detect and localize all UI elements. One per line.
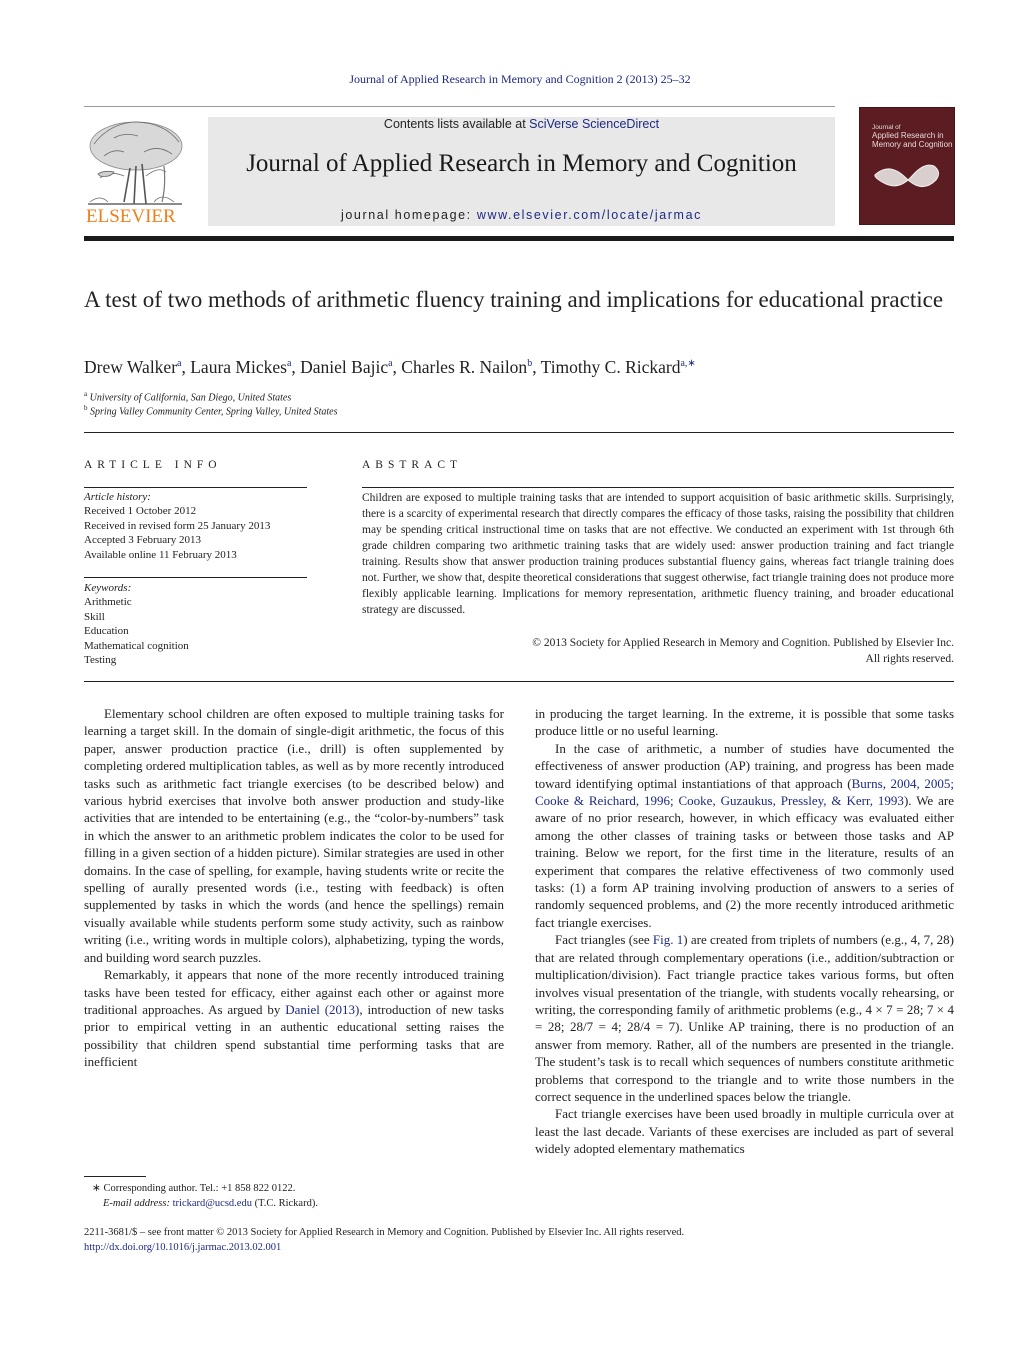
email-link[interactable]: trickard@ucsd.edu bbox=[173, 1198, 252, 1209]
history-item: Received in revised form 25 January 2013 bbox=[84, 519, 271, 532]
journal-cover-thumbnail[interactable]: Journal of Applied Research in Memory an… bbox=[860, 108, 954, 224]
affiliation-marker: a bbox=[84, 390, 88, 398]
copyright-line: All rights reserved. bbox=[865, 653, 954, 665]
keyword: Arithmetic bbox=[84, 596, 132, 609]
author-affiliation-marker[interactable]: b bbox=[527, 358, 532, 369]
abstract-copyright: © 2013 Society for Applied Research in M… bbox=[362, 635, 954, 667]
author-name[interactable]: Laura Mickes bbox=[190, 357, 287, 377]
divider bbox=[84, 577, 307, 578]
mobius-ribbon-icon bbox=[874, 164, 940, 187]
body-column-left: Elementary school children are often exp… bbox=[84, 705, 504, 1071]
email-suffix: (T.C. Rickard). bbox=[251, 1197, 318, 1209]
body-paragraph: Elementary school children are often exp… bbox=[84, 706, 504, 965]
keyword: Mathematical cognition bbox=[84, 639, 189, 652]
figure-link[interactable]: Fig. 1 bbox=[653, 932, 683, 947]
issn-line: 2211-3681/$ – see front matter © 2013 So… bbox=[84, 1227, 685, 1238]
text-run: ). We are aware of no prior research, ho… bbox=[535, 793, 954, 930]
front-matter-meta: 2211-3681/$ – see front matter © 2013 So… bbox=[84, 1226, 684, 1255]
footnote-rule bbox=[84, 1176, 146, 1177]
body-divider bbox=[84, 681, 954, 682]
header-rule bbox=[84, 106, 835, 107]
keyword: Skill bbox=[84, 610, 105, 623]
author-name[interactable]: Timothy C. Rickard bbox=[541, 357, 681, 377]
author-affiliation-marker[interactable]: a bbox=[287, 358, 291, 369]
author-name[interactable]: Daniel Bajic bbox=[300, 357, 388, 377]
citation-link[interactable]: Daniel (2013) bbox=[285, 1002, 359, 1017]
cover-line-1: Journal of bbox=[872, 124, 901, 131]
sciencedirect-link[interactable]: SciVerse ScienceDirect bbox=[529, 117, 659, 131]
article-history: Article history: Received 1 October 2012… bbox=[84, 490, 270, 562]
corresponding-author-footnote: ∗ Corresponding author. Tel.: +1 858 822… bbox=[92, 1182, 318, 1211]
body-paragraph: Fact triangles (see Fig. 1) are created … bbox=[535, 931, 954, 1105]
running-head[interactable]: Journal of Applied Research in Memory an… bbox=[0, 72, 1021, 87]
keywords-label: Keywords: bbox=[84, 582, 132, 594]
author-name[interactable]: Drew Walker bbox=[84, 357, 177, 377]
body-column-right: in producing the target learning. In the… bbox=[535, 705, 954, 1158]
contents-availability: Contents lists available at SciVerse Sci… bbox=[208, 117, 835, 131]
history-item: Received 1 October 2012 bbox=[84, 505, 197, 518]
footnote-contact: Corresponding author. Tel.: +1 858 822 0… bbox=[103, 1183, 296, 1194]
affiliation: b Spring Valley Community Center, Spring… bbox=[84, 404, 337, 417]
author-affiliation-marker[interactable]: a bbox=[388, 358, 392, 369]
history-item: Accepted 3 February 2013 bbox=[84, 534, 201, 547]
author-list: Drew Walkera, Laura Mickesa, Daniel Baji… bbox=[84, 357, 696, 377]
keywords: Keywords: Arithmetic Skill Education Mat… bbox=[84, 581, 189, 667]
meta-divider bbox=[84, 432, 954, 433]
abstract-text: Children are exposed to multiple trainin… bbox=[362, 492, 954, 616]
text-run: ) are created from triplets of numbers (… bbox=[535, 932, 954, 1104]
article-title: A test of two methods of arithmetic flue… bbox=[84, 287, 944, 312]
footnote-star: ∗ bbox=[92, 1183, 101, 1194]
affiliation-text: University of California, San Diego, Uni… bbox=[89, 392, 292, 404]
affiliation-text: Spring Valley Community Center, Spring V… bbox=[90, 406, 338, 418]
text-run: Fact triangles (see bbox=[555, 932, 653, 948]
elsevier-wordmark: ELSEVIER bbox=[86, 206, 176, 227]
body-paragraph: In the case of arithmetic, a number of s… bbox=[535, 740, 954, 931]
journal-title: Journal of Applied Research in Memory an… bbox=[246, 150, 797, 177]
keyword: Education bbox=[84, 625, 129, 638]
divider bbox=[362, 487, 954, 488]
history-item: Available online 11 February 2013 bbox=[84, 548, 237, 561]
abstract-heading: ABSTRACT bbox=[362, 459, 463, 471]
journal-homepage: journal homepage: www.elsevier.com/locat… bbox=[208, 208, 835, 222]
homepage-prefix: journal homepage: bbox=[341, 208, 477, 222]
keyword: Testing bbox=[84, 654, 117, 667]
author-name[interactable]: Charles R. Nailon bbox=[401, 357, 527, 377]
cover-line-3: Memory and Cognition bbox=[872, 140, 953, 149]
affiliation: a University of California, San Diego, U… bbox=[84, 390, 291, 403]
email-label: E-mail address: bbox=[103, 1197, 170, 1209]
doi-link[interactable]: http://dx.doi.org/10.1016/j.jarmac.2013.… bbox=[84, 1242, 281, 1253]
cover-line-2: Applied Research in bbox=[872, 131, 944, 140]
article-history-label: Article history: bbox=[84, 491, 151, 503]
body-paragraph: in producing the target learning. In the… bbox=[535, 706, 954, 739]
homepage-link[interactable]: www.elsevier.com/locate/jarmac bbox=[477, 208, 702, 222]
affiliation-marker: b bbox=[84, 404, 88, 412]
copyright-line: © 2013 Society for Applied Research in M… bbox=[532, 637, 954, 649]
author-affiliation-marker[interactable]: a bbox=[177, 358, 181, 369]
body-paragraph: Remarkably, it appears that none of the … bbox=[84, 966, 504, 1070]
divider bbox=[84, 487, 307, 488]
author-affiliation-marker[interactable]: a,∗ bbox=[680, 358, 695, 369]
body-paragraph: Fact triangle exercises have been used b… bbox=[535, 1106, 954, 1157]
article-info-heading: ARTICLE INFO bbox=[84, 459, 222, 471]
masthead-thick-rule bbox=[84, 236, 954, 241]
contents-prefix: Contents lists available at bbox=[383, 117, 530, 131]
